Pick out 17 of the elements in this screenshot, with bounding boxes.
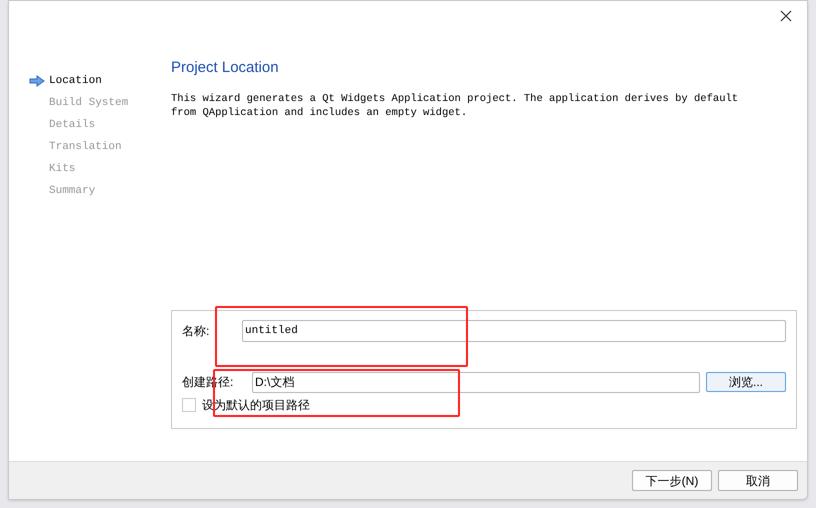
name-field[interactable]: untitled (242, 320, 786, 342)
description-text: This wizard generates a Qt Widgets Application project. The application derives by default from QApplication and includes an empty widget. (171, 92, 740, 120)
step-label: Summary (49, 184, 96, 199)
path-field[interactable]: D:\文档 (252, 372, 700, 392)
default-path-checkbox[interactable] (182, 398, 196, 412)
step-label: Translation (49, 140, 122, 155)
cancel-button[interactable]: 取消 (718, 470, 798, 491)
step-label: Build System (49, 96, 128, 111)
name-label: 名称: (182, 323, 210, 340)
default-path-label: 设为默认的项目路径 (202, 397, 310, 414)
step-label: Details (49, 118, 96, 133)
page-title: Project Location (171, 58, 280, 78)
step-label: Kits (49, 162, 76, 177)
browse-button[interactable]: 浏览... (706, 372, 786, 392)
close-icon (780, 10, 792, 22)
next-button[interactable]: 下一步(N) (632, 470, 712, 491)
step-label: Location (49, 74, 102, 89)
